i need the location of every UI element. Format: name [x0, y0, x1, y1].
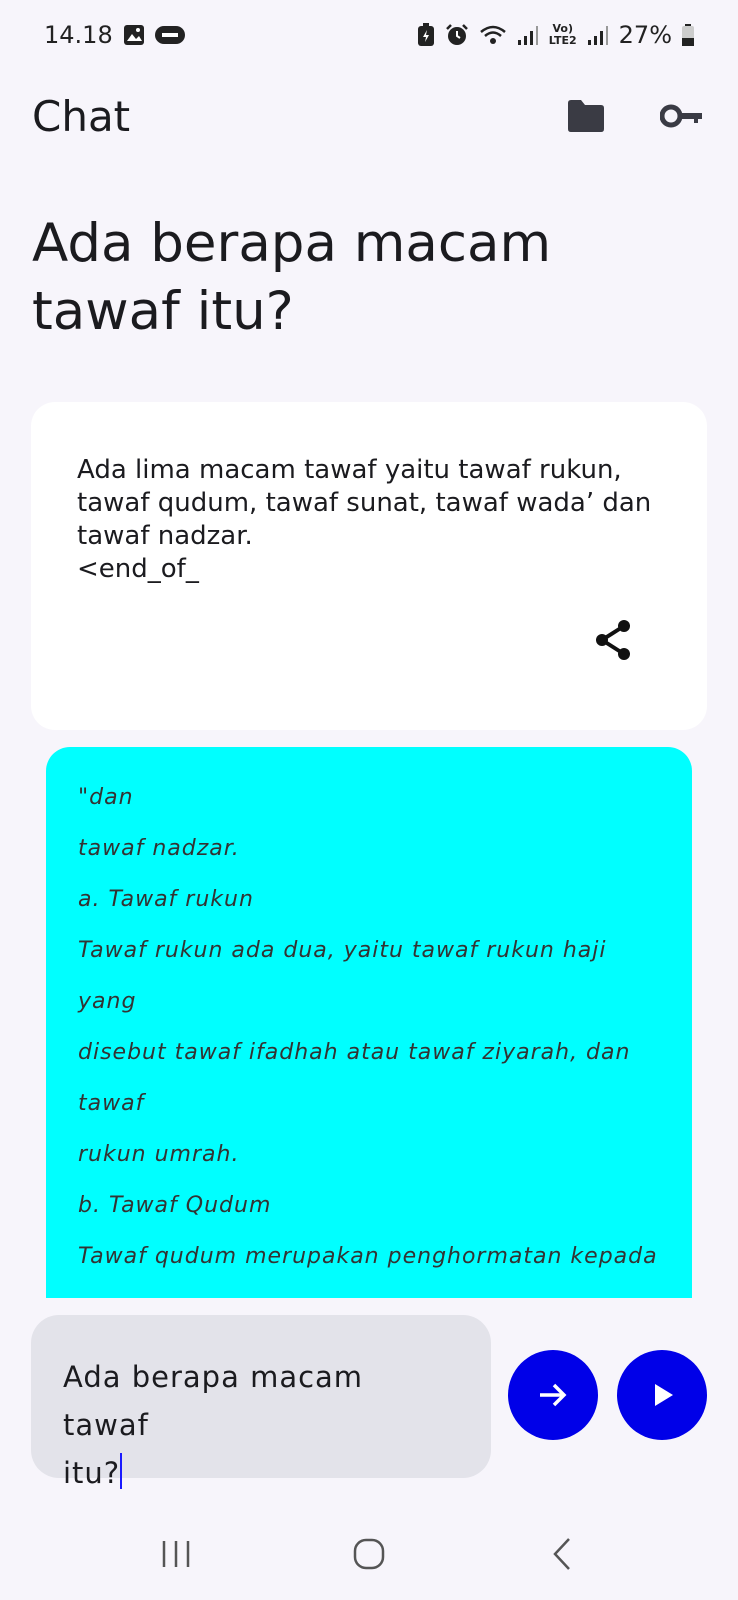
source-card: "dan tawaf nadzar. a. Tawaf rukun Tawaf … [46, 747, 692, 1298]
axis-icon [154, 25, 185, 45]
navigation-bar [0, 1508, 738, 1600]
status-left: 14.18 [44, 21, 185, 49]
recents-icon [163, 1541, 190, 1567]
question-heading: Ada berapa macam tawaf itu? [32, 213, 552, 342]
source-line: Tawaf qudum merupakan penghormatan kepad… [78, 1244, 658, 1269]
message-input[interactable]: Ada berapa macam tawaf itu? [31, 1315, 491, 1490]
source-line: yang [78, 989, 137, 1014]
battery-percent: 27% [618, 21, 672, 49]
signal-icon [587, 24, 609, 46]
app-title: Chat [32, 91, 131, 141]
source-line: a. Tawaf rukun [78, 887, 254, 912]
signal-icon [517, 24, 539, 46]
key-button[interactable] [658, 92, 706, 140]
answer-text: Ada lima macam tawaf yaitu tawaf rukun, … [77, 455, 652, 584]
status-right: Vo) LTE2 27% [417, 21, 694, 49]
app-actions [562, 92, 706, 140]
key-icon [660, 104, 702, 128]
status-time: 14.18 [44, 21, 113, 49]
share-button[interactable] [591, 618, 635, 662]
back-button[interactable] [532, 1524, 592, 1584]
app-bar: Chat [0, 80, 738, 152]
source-line: "dan [78, 785, 134, 810]
alarm-icon [445, 23, 469, 47]
folder-icon [568, 100, 604, 132]
image-icon [123, 24, 145, 46]
wifi-icon [479, 24, 507, 46]
answer-card: Ada lima macam tawaf yaitu tawaf rukun, … [31, 402, 707, 730]
source-line: disebut tawaf ifadhah atau tawaf ziyarah… [78, 1040, 631, 1065]
battery-icon [682, 24, 694, 46]
message-input-text: Ada berapa macam tawaf itu? [63, 1360, 364, 1490]
source-line: tawaf nadzar. [78, 836, 240, 861]
battery-saver-icon [417, 23, 435, 47]
arrow-right-icon [540, 1383, 567, 1407]
back-icon [552, 1538, 570, 1570]
status-bar: 14.18 Vo) LTE2 27% [0, 0, 738, 70]
network-label: Vo) LTE2 [549, 23, 577, 47]
play-icon [655, 1384, 673, 1406]
source-line: b. Tawaf Qudum [78, 1193, 272, 1218]
text-caret [120, 1453, 123, 1489]
recents-button[interactable] [146, 1524, 206, 1584]
network-label-bottom: LTE2 [548, 34, 577, 47]
share-icon [596, 620, 630, 660]
send-button[interactable] [508, 1350, 598, 1440]
play-button[interactable] [617, 1350, 707, 1440]
source-line: tawaf [78, 1091, 145, 1116]
folder-button[interactable] [562, 92, 610, 140]
home-icon [353, 1538, 385, 1570]
home-button[interactable] [339, 1524, 399, 1584]
source-line: Tawaf rukun ada dua, yaitu tawaf rukun h… [78, 938, 607, 963]
source-line: rukun umrah. [78, 1142, 240, 1167]
